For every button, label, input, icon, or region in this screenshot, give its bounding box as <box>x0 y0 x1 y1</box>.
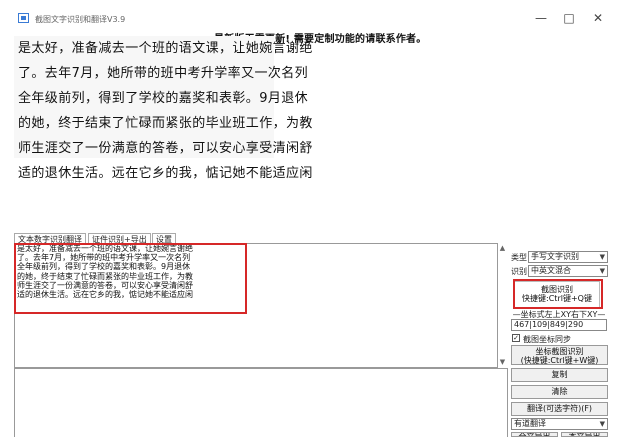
coord-capture-button[interactable]: 坐标截图识别 (快捷键:Ctrl键+W键) <box>511 345 608 365</box>
preview-line: 的她，终于结束了忙碌而紧张的毕业班工作，为教 <box>18 116 313 131</box>
app-icon <box>18 13 29 23</box>
highlight-box-capture <box>513 279 603 309</box>
coord-input[interactable]: 467|109|849|290 <box>511 319 607 331</box>
clear-button[interactable]: 清除 <box>511 385 608 399</box>
type-select[interactable]: 手写文字识别 ▼ <box>528 251 608 263</box>
lang-label: 识别 <box>511 267 527 276</box>
translate-button[interactable]: 翻译(可选字符)(F) <box>511 402 608 416</box>
preview-line: 了。去年7月，她所带的班中考升学率又一次名列 <box>18 66 309 81</box>
scroll-down-icon[interactable]: ▼ <box>498 358 507 367</box>
copy-button[interactable]: 复制 <box>511 368 608 382</box>
highlight-box-result <box>14 243 247 314</box>
minimize-button[interactable]: — <box>533 11 549 25</box>
translation-textarea[interactable] <box>14 368 508 437</box>
coord-capture-label: 坐标截图识别 <box>535 347 584 356</box>
type-label: 类型 <box>511 253 527 262</box>
type-select-value: 手写文字识别 <box>531 252 579 261</box>
close-button[interactable]: ✕ <box>590 11 606 25</box>
coord-capture-shortcut: (快捷键:Ctrl键+W键) <box>520 356 599 365</box>
chevron-down-icon: ▼ <box>599 267 605 275</box>
translate-engine-value: 有道翻译 <box>514 419 546 428</box>
title-bar: 截图文字识别和翻译V3.9 — □ ✕ <box>0 0 628 28</box>
export-all-button[interactable]: 全文导出 <box>511 432 558 437</box>
window-title: 截图文字识别和翻译V3.9 <box>35 15 126 24</box>
maximize-button[interactable]: □ <box>561 11 577 25</box>
sync-checkbox[interactable]: ✓ <box>512 334 520 342</box>
preview-line: 全年级前列，得到了学校的嘉奖和表彰。9月退休 <box>18 91 309 106</box>
capture-preview: 是太好，准备减去一个班的语文课，让她婉言谢绝 了。去年7月，她所带的班中考升学率… <box>14 36 313 181</box>
scroll-up-icon[interactable]: ▲ <box>498 244 507 253</box>
preview-line: 师生涯交了一份满意的答卷，可以安心享受清闲舒 <box>18 141 313 156</box>
chevron-down-icon: ▼ <box>599 253 605 261</box>
export-this-button[interactable]: 本文导出 <box>561 432 608 437</box>
lang-select[interactable]: 中英文混合 ▼ <box>528 265 608 277</box>
sync-label: 截图坐标同步 <box>523 335 571 344</box>
preview-line: 是太好，准备减去一个班的语文课，让她婉言谢绝 <box>18 41 313 56</box>
chevron-down-icon: ▼ <box>599 420 605 428</box>
preview-line: 适的退休生活。远在它乡的我，惦记她不能适应闲 <box>18 166 313 181</box>
lang-select-value: 中英文混合 <box>531 266 571 275</box>
translate-engine-select[interactable]: 有道翻译 ▼ <box>511 418 608 430</box>
